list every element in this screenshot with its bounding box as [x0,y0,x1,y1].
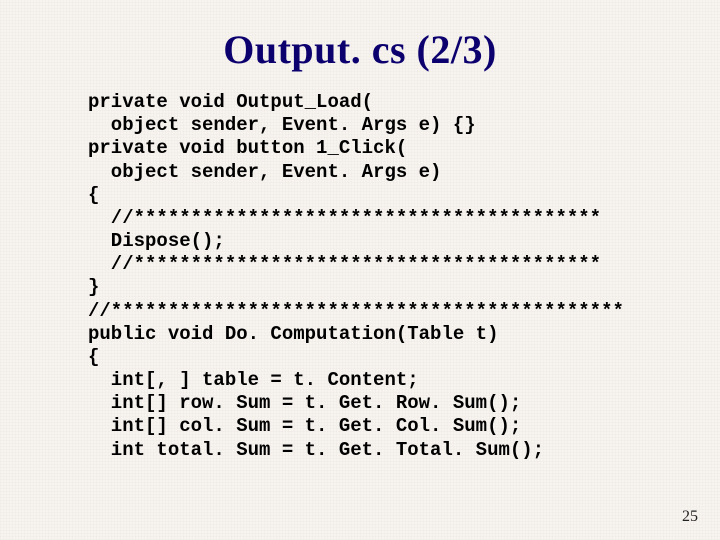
code-line: object sender, Event. Args e) {} [88,114,476,136]
code-line: { [88,346,99,368]
code-line: private void button 1_Click( [88,137,407,159]
code-line: Dispose(); [88,230,225,252]
code-line: int[, ] table = t. Content; [88,369,419,391]
code-line: //**************************************… [88,300,624,322]
code-line: int[] row. Sum = t. Get. Row. Sum(); [88,392,521,414]
code-line: int[] col. Sum = t. Get. Col. Sum(); [88,415,521,437]
slide-title: Output. cs (2/3) [0,0,720,91]
code-line: { [88,184,99,206]
code-line: private void Output_Load( [88,91,373,113]
code-line: object sender, Event. Args e) [88,161,441,183]
code-line: //**************************************… [88,253,601,275]
code-line: } [88,276,99,298]
page-number: 25 [682,508,698,526]
code-line: public void Do. Computation(Table t) [88,323,498,345]
code-line: int total. Sum = t. Get. Total. Sum(); [88,439,544,461]
code-line: //**************************************… [88,207,601,229]
code-block: private void Output_Load( object sender,… [0,91,720,462]
